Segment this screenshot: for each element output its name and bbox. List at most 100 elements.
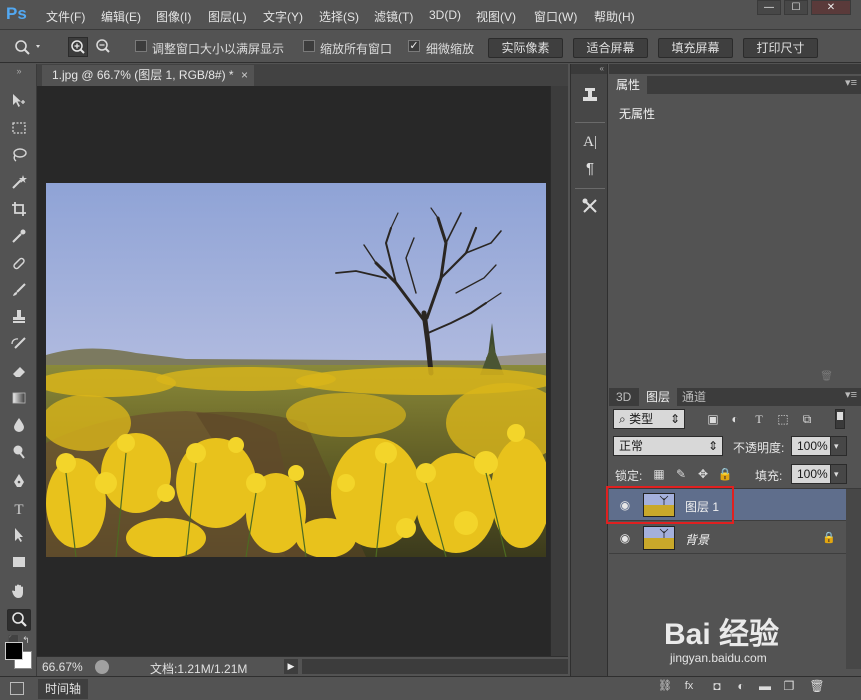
tools-panel-icon[interactable] (577, 197, 603, 221)
maximize-button[interactable]: ☐ (784, 0, 808, 15)
move-tool-icon[interactable] (7, 92, 31, 114)
crop-tool-icon[interactable] (7, 200, 31, 222)
new-group-icon[interactable]: ▬ (757, 678, 773, 694)
fill-dropdown-icon[interactable]: ▾ (830, 464, 847, 484)
filter-type-icon[interactable]: T (751, 411, 767, 427)
tab-3d[interactable]: 3D (609, 388, 638, 406)
menu-filter[interactable]: 滤镜(T) (374, 8, 413, 25)
tab-layers[interactable]: 图层 (639, 388, 678, 406)
brush-tool-icon[interactable] (7, 281, 31, 303)
opacity-input[interactable]: 100% (791, 436, 831, 456)
tab-properties[interactable]: 属性 (609, 76, 648, 94)
link-layers-icon[interactable]: ⛓ (657, 678, 673, 694)
dock-collapse-icon[interactable]: « (571, 64, 607, 74)
lock-all-icon[interactable]: 🔒 (717, 466, 733, 482)
panel-icon-strip: « A| ¶ (570, 64, 608, 676)
photoshop-logo: Ps (6, 4, 27, 23)
close-document-icon[interactable]: × (241, 65, 248, 85)
watermark-brand: Bai 经验 (664, 618, 780, 651)
visibility-eye-icon[interactable]: ◉ (617, 531, 633, 545)
layer-style-icon[interactable]: fx (681, 678, 697, 694)
opacity-dropdown-icon[interactable]: ▾ (830, 436, 847, 456)
layers-menu-icon[interactable]: ▾≡ (845, 388, 857, 401)
zoom-tool-icon[interactable] (7, 609, 31, 631)
resize-windows-checkbox[interactable] (135, 40, 147, 52)
filter-toggle-switch[interactable] (835, 409, 845, 429)
gradient-tool-icon[interactable] (7, 389, 31, 411)
status-info-icon[interactable] (95, 660, 109, 674)
actual-pixels-button[interactable]: 实际像素 (488, 38, 563, 58)
blend-mode-select[interactable]: 正常 ⇕ (613, 436, 723, 456)
filter-adjustment-icon[interactable]: ◐ (727, 411, 743, 427)
document-image[interactable] (46, 183, 546, 557)
properties-menu-icon[interactable]: ▾≡ (845, 76, 857, 89)
zoom-in-icon[interactable] (68, 37, 88, 57)
menu-file[interactable]: 文件(F) (46, 8, 85, 25)
fill-input[interactable]: 100% (791, 464, 831, 484)
highlight-annotation (606, 486, 734, 524)
new-layer-icon[interactable]: ❐ (781, 678, 797, 694)
menu-edit[interactable]: 编辑(E) (101, 8, 141, 25)
zoom-readout[interactable]: 66.67% (42, 660, 83, 674)
menu-window[interactable]: 窗口(W) (534, 8, 577, 25)
layer-row[interactable]: ◉ 背景 🔒 (609, 522, 846, 554)
search-icon: ⌕ (619, 412, 630, 426)
zoom-out-icon[interactable] (93, 37, 113, 57)
close-window-button[interactable]: ✕ (811, 0, 851, 15)
menu-select[interactable]: 选择(S) (319, 8, 359, 25)
adjustment-layer-icon[interactable]: ◐ (733, 678, 749, 694)
timeline-panel-icon[interactable] (10, 682, 24, 695)
eraser-tool-icon[interactable] (7, 362, 31, 384)
marquee-tool-icon[interactable] (7, 119, 31, 141)
scrubby-zoom-checkbox[interactable]: ✓ (408, 40, 420, 52)
pen-tool-icon[interactable] (7, 472, 31, 494)
paragraph-panel-icon[interactable]: ¶ (577, 157, 603, 181)
lasso-tool-icon[interactable] (7, 146, 31, 168)
path-selection-tool-icon[interactable] (7, 526, 31, 548)
properties-collapse-bar[interactable] (609, 64, 861, 74)
lock-transparent-pixels-icon[interactable]: ▦ (651, 466, 667, 482)
add-mask-icon[interactable]: ◘ (709, 678, 725, 694)
menu-image[interactable]: 图像(I) (156, 8, 191, 25)
layer-name[interactable]: 背景 (685, 531, 709, 548)
magic-wand-tool-icon[interactable] (7, 173, 31, 195)
menu-view[interactable]: 视图(V) (476, 8, 516, 25)
hand-tool-icon[interactable] (7, 582, 31, 604)
lock-position-icon[interactable]: ✥ (695, 466, 711, 482)
filter-shape-icon[interactable]: ⬚ (775, 411, 791, 427)
canvas-area[interactable] (37, 86, 550, 656)
rectangle-tool-icon[interactable] (7, 553, 31, 575)
lock-image-pixels-icon[interactable]: ✎ (673, 466, 689, 482)
fill-screen-button[interactable]: 填充屏幕 (658, 38, 733, 58)
blur-tool-icon[interactable] (7, 416, 31, 438)
document-size-info: 文档:1.21M/1.21M (150, 662, 248, 676)
print-size-button[interactable]: 打印尺寸 (743, 38, 818, 58)
zoom-tool-preset-icon[interactable] (8, 37, 44, 57)
horizontal-scrollbar[interactable] (302, 659, 568, 674)
tab-channels[interactable]: 通道 (675, 388, 713, 406)
fit-screen-button[interactable]: 适合屏幕 (573, 38, 648, 58)
clone-stamp-tool-icon[interactable] (7, 308, 31, 330)
type-tool-icon[interactable]: T (7, 499, 31, 521)
menu-layer[interactable]: 图层(L) (208, 8, 247, 25)
menu-help[interactable]: 帮助(H) (594, 8, 635, 25)
filter-pixel-icon[interactable]: ▣ (705, 411, 721, 427)
minimize-button[interactable]: — (757, 0, 781, 15)
history-brush-tool-icon[interactable] (7, 335, 31, 357)
healing-brush-tool-icon[interactable] (7, 254, 31, 276)
toolbox-collapse-icon[interactable]: » (7, 66, 31, 76)
filter-smart-object-icon[interactable]: ⧉ (799, 411, 815, 427)
menu-type[interactable]: 文字(Y) (263, 8, 303, 25)
layer-filter-select[interactable]: ⌕ 类型 ⇕ (613, 409, 685, 429)
dodge-tool-icon[interactable] (7, 443, 31, 465)
document-tab[interactable]: 1.jpg @ 66.7% (图层 1, RGB/8#) * × (42, 65, 254, 86)
vertical-scrollbar[interactable] (550, 86, 568, 656)
properties-panel-icon[interactable] (577, 86, 603, 110)
menu-3d[interactable]: 3D(D) (429, 8, 461, 22)
character-panel-icon[interactable]: A| (577, 130, 603, 154)
status-menu-arrow-icon[interactable]: ▶ (284, 659, 298, 674)
eyedropper-tool-icon[interactable] (7, 227, 31, 249)
timeline-tab[interactable]: 时间轴 (38, 679, 88, 699)
delete-layer-icon[interactable]: 🗑 (809, 678, 825, 694)
zoom-all-windows-checkbox[interactable] (303, 40, 315, 52)
